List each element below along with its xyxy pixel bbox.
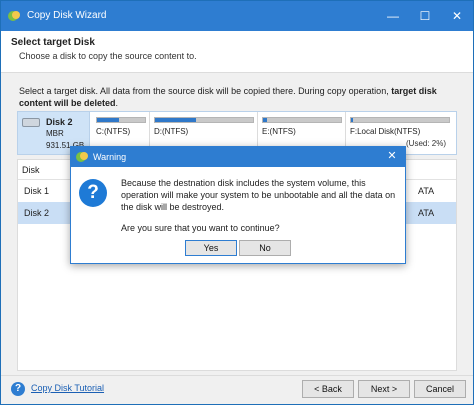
yes-button[interactable]: Yes: [185, 240, 237, 256]
column-header-disk: Disk: [22, 165, 40, 175]
minimize-button[interactable]: —: [377, 1, 409, 31]
instructions-main: Select a target disk. All data from the …: [19, 86, 392, 96]
close-button[interactable]: ✕: [441, 1, 473, 31]
cancel-button[interactable]: Cancel: [414, 380, 466, 398]
row-disk-type: ATA: [418, 208, 435, 218]
wizard-app-icon: [8, 11, 20, 21]
partition-label: F:Local Disk(NTFS): [350, 127, 421, 136]
warning-dialog: Warning ✕ ? Because the destnation disk …: [70, 146, 406, 264]
partition-label: D:(NTFS): [154, 127, 189, 136]
partition-detail: (Used: 2%): [406, 139, 447, 148]
next-button[interactable]: Next >: [358, 380, 410, 398]
page-title: Select target Disk: [11, 37, 95, 48]
partition-usage-bar: [96, 117, 146, 123]
partition-usage-fill: [263, 118, 267, 122]
row-disk-name: Disk 1: [24, 186, 50, 196]
partition-usage-bar: [262, 117, 342, 123]
maximize-button[interactable]: ☐: [409, 1, 441, 31]
partition-label: C:(NTFS): [96, 127, 131, 136]
warning-dialog-title-bar: Warning ✕: [71, 147, 405, 167]
back-button[interactable]: < Back: [302, 380, 354, 398]
title-bar: Copy Disk Wizard — ☐ ✕: [1, 1, 473, 31]
disk-map-type: MBR: [46, 129, 64, 138]
instructions-end: .: [115, 98, 119, 108]
row-disk-name: Disk 2: [24, 208, 50, 218]
warning-question: Are you sure that you want to continue?: [121, 223, 280, 233]
copy-disk-tutorial-link[interactable]: Copy Disk Tutorial: [31, 383, 104, 393]
instructions-text: Select a target disk. All data from the …: [19, 85, 463, 109]
partition-usage-bar: [154, 117, 254, 123]
footer-divider: [1, 375, 473, 376]
warning-app-icon: [76, 152, 88, 162]
partition-usage-fill: [97, 118, 119, 122]
partition-usage-bar: [350, 117, 450, 123]
partition-label: E:(NTFS): [262, 127, 296, 136]
partition-usage-fill: [351, 118, 353, 122]
warning-dialog-close-button[interactable]: ✕: [385, 149, 399, 165]
wizard-header: Select target Disk Choose a disk to copy…: [1, 31, 473, 73]
question-icon: ?: [79, 179, 107, 207]
partition-usage-fill: [155, 118, 197, 122]
warning-dialog-title: Warning: [93, 152, 127, 162]
row-disk-type: ATA: [418, 186, 435, 196]
page-subtitle: Choose a disk to copy the source content…: [19, 51, 197, 61]
help-icon[interactable]: ?: [11, 382, 25, 396]
no-button[interactable]: No: [239, 240, 291, 256]
disk-map-name: Disk 2: [46, 117, 73, 127]
window-title: Copy Disk Wizard: [27, 10, 107, 21]
hard-disk-icon: [22, 118, 40, 127]
warning-message: Because the destnation disk includes the…: [121, 178, 396, 212]
